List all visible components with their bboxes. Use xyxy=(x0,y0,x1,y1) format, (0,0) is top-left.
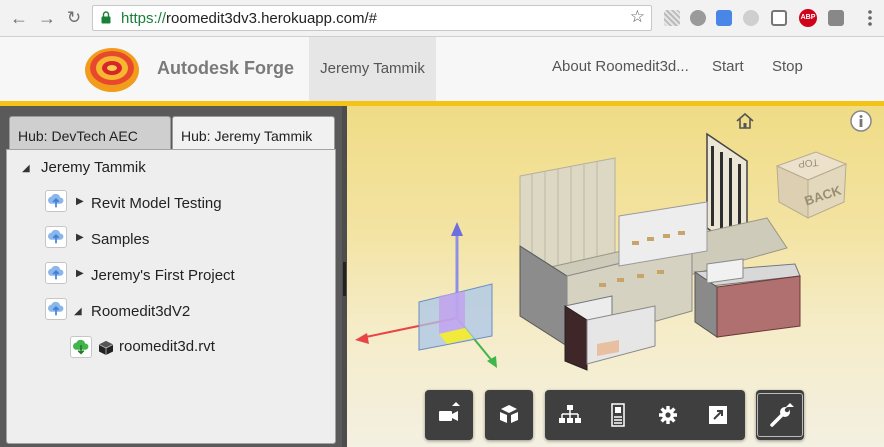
brand-title[interactable]: Autodesk Forge xyxy=(157,58,294,79)
project-tree: ◢ Jeremy Tammik ▶ Revit Model Testing ▶ … xyxy=(6,149,336,444)
tools-toolbar-group xyxy=(756,390,804,440)
tab-devtech-aec[interactable]: Hub: DevTech AEC xyxy=(9,116,171,149)
model-browser-button[interactable] xyxy=(547,390,593,440)
settings-button[interactable] xyxy=(645,390,691,440)
model-viewer[interactable]: TOP BACK xyxy=(347,106,884,447)
cube-icon xyxy=(500,405,518,423)
settings-icon xyxy=(659,406,677,424)
cloud-upload-icon[interactable] xyxy=(45,298,67,320)
star-icon[interactable]: ☆ xyxy=(630,7,645,27)
tree-root-label[interactable]: Jeremy Tammik xyxy=(41,159,146,176)
wrench-icon xyxy=(770,403,794,427)
fullscreen-icon xyxy=(709,406,727,424)
home-icon[interactable] xyxy=(735,112,755,130)
lock-icon xyxy=(101,11,111,24)
fullscreen-button[interactable] xyxy=(695,390,741,440)
tools-button[interactable] xyxy=(757,393,803,437)
splitter-grip[interactable] xyxy=(343,262,346,296)
back-icon[interactable]: ← xyxy=(8,7,30,29)
view-cube[interactable]: TOP BACK xyxy=(772,146,852,226)
tree-item-jeremys-first-project[interactable]: Jeremy's First Project xyxy=(91,267,235,284)
properties-icon xyxy=(611,403,625,427)
camera-icon xyxy=(439,402,460,421)
extension-icon[interactable] xyxy=(771,10,787,26)
settings-toolbar-group xyxy=(545,390,745,440)
model-cube-icon xyxy=(98,341,114,355)
translate-icon[interactable] xyxy=(716,10,732,26)
browser-toolbar: ← → ↻ https://roomedit3dv3.herokuapp.com… xyxy=(0,0,884,37)
cloud-upload-icon[interactable] xyxy=(45,226,67,248)
tab-jeremy-tammik[interactable]: Hub: Jeremy Tammik xyxy=(172,116,335,151)
properties-button[interactable] xyxy=(595,390,641,440)
forge-logo[interactable] xyxy=(82,42,144,96)
model-tree-icon xyxy=(559,405,581,423)
nav-start[interactable]: Start xyxy=(712,58,744,75)
cloud-upload-icon[interactable] xyxy=(45,262,67,284)
collapsed-icon[interactable]: ▶ xyxy=(76,232,84,243)
address-bar[interactable]: https://roomedit3dv3.herokuapp.com/# ☆ xyxy=(92,5,652,31)
extension-icon[interactable] xyxy=(664,10,680,26)
tree-item-roomedit3dv2[interactable]: Roomedit3dV2 xyxy=(91,303,190,320)
expanded-icon[interactable]: ◢ xyxy=(22,163,30,174)
viewcube-top-label[interactable]: TOP xyxy=(798,156,819,169)
collapsed-icon[interactable]: ▶ xyxy=(76,196,84,207)
expanded-icon[interactable]: ◢ xyxy=(74,306,82,317)
explode-button[interactable] xyxy=(486,390,532,440)
extension-icon[interactable] xyxy=(828,10,844,26)
nav-user[interactable]: Jeremy Tammik xyxy=(309,37,436,101)
extension-icon[interactable] xyxy=(690,10,706,26)
hub-panel: Hub: DevTech AEC Hub: Jeremy Tammik ◢ Je… xyxy=(0,106,342,447)
extension-icon[interactable] xyxy=(743,10,759,26)
cloud-download-icon[interactable] xyxy=(70,336,92,358)
menu-icon[interactable] xyxy=(864,8,876,28)
adblock-icon[interactable]: ABP xyxy=(799,9,817,27)
nav-about[interactable]: About Roomedit3d... xyxy=(552,58,689,75)
tree-item-samples[interactable]: Samples xyxy=(91,231,149,248)
camera-button[interactable] xyxy=(426,390,472,440)
model-toolbar-group xyxy=(485,390,533,440)
camera-toolbar-group xyxy=(425,390,473,440)
url-text: https://roomedit3dv3.herokuapp.com/# xyxy=(121,10,377,27)
reload-icon[interactable]: ↻ xyxy=(63,7,85,29)
forward-icon[interactable]: → xyxy=(36,7,58,29)
collapsed-icon[interactable]: ▶ xyxy=(76,268,84,279)
nav-stop[interactable]: Stop xyxy=(772,58,803,75)
tree-item-revit-model-testing[interactable]: Revit Model Testing xyxy=(91,195,222,212)
tree-item-roomedit3d-rvt[interactable]: roomedit3d.rvt xyxy=(119,338,215,355)
info-icon[interactable] xyxy=(850,110,872,132)
cloud-upload-icon[interactable] xyxy=(45,190,67,212)
